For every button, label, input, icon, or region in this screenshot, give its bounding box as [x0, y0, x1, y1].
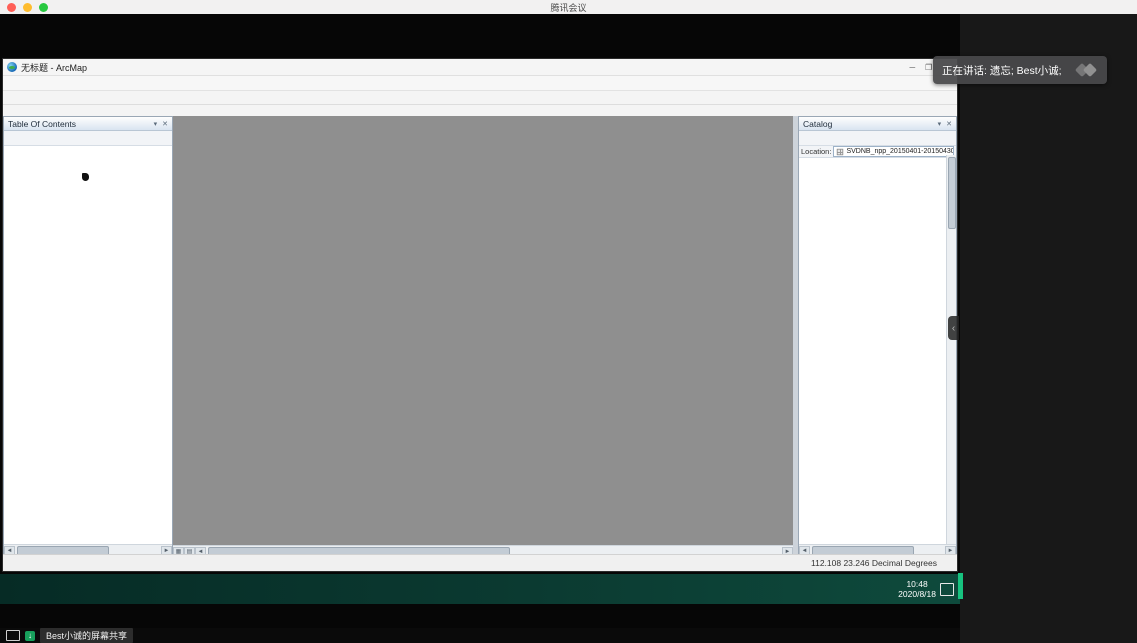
meeting-logo-icon: [1077, 63, 1099, 77]
macos-titlebar: 腾讯会议: [0, 0, 1137, 14]
map-view[interactable]: ▦ ▤ ◄ ►: [173, 116, 793, 557]
coordinates-readout: 112.108 23.246 Decimal Degrees: [811, 558, 937, 568]
shared-screen-area: 无标题 - ArcMap ─ ❐ ✕ Table Of Contents ▾: [0, 14, 960, 643]
close-icon[interactable]: ✕: [162, 120, 168, 128]
arcmap-body: Table Of Contents ▾ ✕ ◄ ►: [3, 116, 957, 557]
location-combobox[interactable]: SVDNB_npp_20150401-20150430_75N060E_vcr …: [833, 146, 954, 157]
toc-title: Table Of Contents: [8, 119, 76, 129]
arcmap-menubar: [3, 76, 957, 91]
arcmap-titlebar[interactable]: 无标题 - ArcMap ─ ❐ ✕: [3, 59, 957, 76]
participants-panel: [960, 14, 1137, 643]
arcmap-title: 无标题 - ArcMap: [21, 61, 87, 74]
action-center-icon[interactable]: [940, 581, 954, 597]
arcmap-statusbar: 112.108 23.246 Decimal Degrees: [3, 554, 957, 571]
scroll-thumb[interactable]: [948, 157, 956, 229]
clock-date: 2020/8/18: [898, 589, 936, 599]
download-arrow-icon[interactable]: ↓: [25, 631, 35, 641]
tencent-meeting-window: 腾讯会议 无标题 - ArcMap ─ ❐ ✕ Table Of Co: [0, 0, 1137, 643]
raster-icon: [837, 148, 843, 154]
table-of-contents-panel: Table Of Contents ▾ ✕ ◄ ►: [3, 116, 173, 557]
screen-share-monitor-icon[interactable]: [6, 630, 20, 641]
maximize-icon[interactable]: ❐: [925, 63, 932, 72]
location-value: SVDNB_npp_20150401-20150430_75N060E_vcr: [846, 148, 954, 155]
catalog-panel: Catalog ▾ ✕ Location: SVDNB_npp_20150401…: [798, 116, 957, 557]
mouse-cursor: [82, 173, 89, 181]
taskbar-clock[interactable]: 10:48 2020/8/18: [894, 579, 940, 599]
standard-toolbar: [3, 91, 957, 105]
location-label: Location:: [801, 147, 831, 156]
toc-header: Table Of Contents ▾ ✕: [4, 117, 172, 131]
catalog-tree: [799, 158, 956, 549]
taskbar-green-accent: [958, 573, 963, 599]
pin-icon[interactable]: ▾: [154, 120, 158, 128]
night-lights-raster[interactable]: [173, 116, 793, 546]
catalog-location-row: Location: SVDNB_npp_20150401-20150430_75…: [799, 146, 956, 158]
catalog-toolbar: [799, 131, 956, 146]
speaking-toast: 正在讲话: 遗忘; Best小诚;: [933, 56, 1107, 84]
clock-time: 10:48: [906, 579, 927, 589]
share-banner-label: Best小诚的屏幕共享: [40, 628, 133, 643]
pin-icon[interactable]: ▾: [938, 120, 942, 128]
panel-collapse-handle[interactable]: ‹: [948, 316, 959, 340]
minimize-icon[interactable]: ─: [909, 63, 915, 72]
share-banner: ↓ Best小诚的屏幕共享: [0, 628, 966, 643]
toc-tree: [4, 146, 172, 548]
window-title: 腾讯会议: [0, 1, 1137, 14]
arcmap-app-icon: [7, 62, 17, 72]
catalog-vertical-scrollbar[interactable]: [946, 155, 956, 545]
catalog-title: Catalog: [803, 119, 832, 129]
toc-toolbar: [4, 131, 172, 146]
catalog-header: Catalog ▾ ✕: [799, 117, 956, 131]
speaking-toast-text: 正在讲话: 遗忘; Best小诚;: [933, 63, 1062, 78]
windows-taskbar: 10:48 2020/8/18: [0, 574, 960, 604]
close-icon[interactable]: ✕: [946, 120, 952, 128]
arcmap-window: 无标题 - ArcMap ─ ❐ ✕ Table Of Contents ▾: [2, 58, 958, 572]
